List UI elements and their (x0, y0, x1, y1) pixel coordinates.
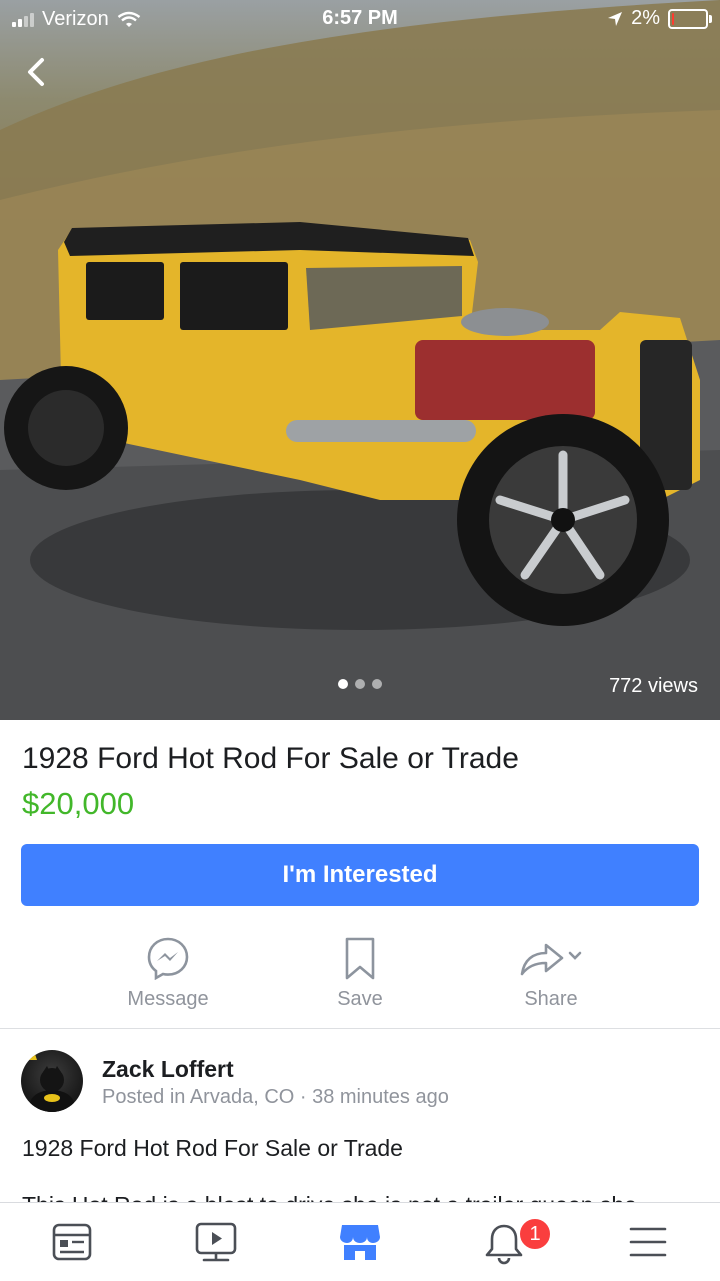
battery-percent: 2% (631, 7, 660, 29)
messenger-icon (147, 937, 189, 980)
tab-notifications[interactable]: 1 (432, 1203, 576, 1281)
description-text: This Hot Rod is a blast to drive she is … (22, 1192, 702, 1202)
notification-badge: 1 (518, 1217, 552, 1251)
description-title: 1928 Ford Hot Rod For Sale or Trade (22, 1135, 403, 1161)
post-location-time: Posted in Arvada, CO · 38 minutes ago (102, 1086, 449, 1108)
pager-dot[interactable] (355, 679, 365, 689)
car-photo (0, 0, 720, 720)
photo-pager-dots[interactable] (338, 679, 382, 689)
chevron-down-icon (568, 951, 582, 960)
pager-dot[interactable] (372, 679, 382, 689)
avatar[interactable] (21, 1050, 83, 1112)
action-row: Message Save Share (0, 928, 720, 1028)
tab-marketplace[interactable] (288, 1203, 432, 1281)
listing-title: 1928 Ford Hot Rod For Sale or Trade (22, 742, 519, 775)
tab-news-feed[interactable] (0, 1203, 144, 1281)
save-label: Save (337, 988, 383, 1010)
save-button[interactable]: Save (270, 928, 450, 1024)
bookmark-icon (345, 937, 375, 980)
seller-name[interactable]: Zack Loffert (102, 1056, 234, 1083)
description-body: This Hot Rod is a blast to drive she is … (22, 1190, 702, 1202)
video-icon (195, 1222, 237, 1262)
pager-dot[interactable] (338, 679, 348, 689)
share-icon (520, 943, 582, 976)
marketplace-icon (340, 1225, 380, 1260)
tab-watch[interactable] (144, 1203, 288, 1281)
share-label: Share (524, 988, 578, 1010)
views-count: 772 views (609, 675, 698, 697)
menu-icon (629, 1227, 667, 1257)
seller-info[interactable]: Zack Loffert Posted in Arvada, CO · 38 m… (0, 1040, 720, 1120)
bottom-tab-bar: 1 (0, 1202, 720, 1281)
tab-menu[interactable] (576, 1203, 720, 1281)
status-bar: Verizon 6:57 PM 2% (0, 0, 720, 40)
location-arrow-icon (608, 11, 623, 26)
listing-photo[interactable]: Verizon 6:57 PM 2% 772 views (0, 0, 720, 720)
message-label: Message (127, 988, 209, 1010)
battery-level (672, 12, 674, 25)
seller-avatar-image (29, 1054, 74, 1112)
divider (0, 1028, 720, 1029)
battery-icon (668, 8, 712, 29)
back-chevron-icon[interactable] (18, 52, 58, 92)
news-feed-icon (52, 1223, 92, 1261)
message-button[interactable]: Message (78, 928, 258, 1024)
share-button[interactable]: Share (461, 928, 641, 1024)
listing-price: $20,000 (22, 786, 135, 821)
im-interested-button[interactable]: I'm Interested (21, 844, 699, 906)
